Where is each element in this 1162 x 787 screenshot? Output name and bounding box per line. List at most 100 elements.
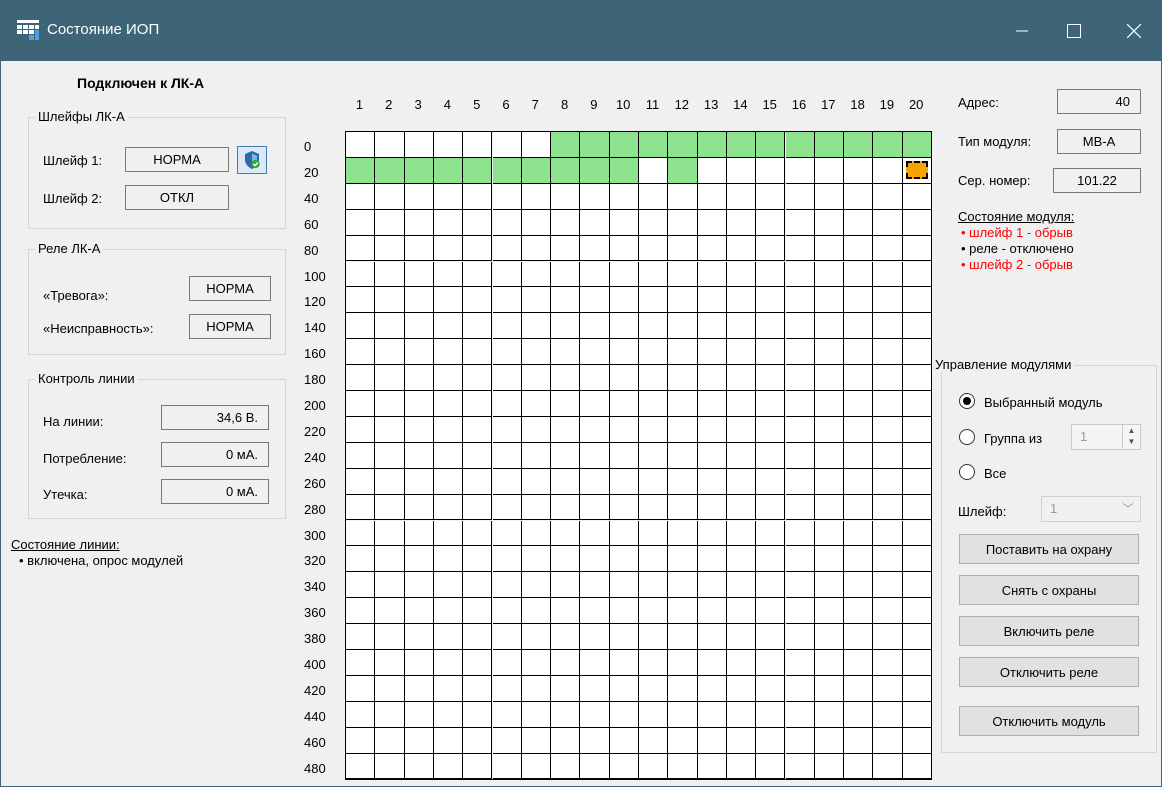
grid-cell[interactable] [639, 675, 669, 702]
grid-cell[interactable] [844, 157, 874, 184]
grid-cell[interactable] [463, 753, 493, 780]
grid-cell[interactable] [346, 235, 376, 262]
grid-cell[interactable] [668, 494, 698, 521]
grid-cell[interactable] [433, 157, 464, 184]
grid-cell[interactable] [492, 313, 522, 340]
grid-cell[interactable] [726, 339, 757, 366]
grid-cell[interactable] [404, 365, 434, 391]
grid-cell[interactable] [346, 727, 376, 754]
grid-cell[interactable] [785, 494, 815, 521]
grid-cell[interactable] [492, 701, 522, 728]
grid-cell[interactable] [873, 520, 903, 547]
grid-cell[interactable] [697, 313, 727, 340]
grid-cell[interactable] [580, 157, 610, 184]
grid-cell[interactable] [521, 416, 552, 443]
grid-cell[interactable] [639, 287, 669, 314]
grid-cell[interactable] [785, 235, 815, 262]
grid-cell[interactable] [785, 624, 815, 650]
grid-cell[interactable] [697, 546, 727, 573]
grid-cell[interactable] [609, 753, 639, 780]
grid-cell[interactable] [551, 468, 581, 495]
grid-cell[interactable] [668, 598, 698, 625]
grid-cell[interactable] [668, 572, 698, 599]
grid-cell[interactable] [785, 753, 815, 780]
grid-cell[interactable] [463, 520, 493, 547]
grid-cell[interactable] [726, 209, 757, 236]
grid-cell[interactable] [463, 546, 493, 573]
grid-cell[interactable] [756, 287, 786, 314]
grid-cell[interactable] [814, 650, 845, 676]
grid-cell[interactable] [404, 132, 434, 158]
grid-cell[interactable] [463, 494, 493, 521]
grid-cell[interactable] [873, 132, 903, 158]
grid-cell[interactable] [873, 624, 903, 650]
grid-cell[interactable] [404, 261, 434, 288]
grid-cell[interactable] [404, 468, 434, 495]
grid-cell[interactable] [873, 157, 903, 184]
grid-cell[interactable] [375, 675, 405, 702]
grid-cell[interactable] [639, 209, 669, 236]
grid-cell[interactable] [463, 209, 493, 236]
grid-cell[interactable] [521, 675, 552, 702]
grid-cell[interactable] [639, 339, 669, 366]
grid-cell[interactable] [580, 572, 610, 599]
grid-cell[interactable] [609, 235, 639, 262]
grid-cell[interactable] [726, 520, 757, 547]
grid-cell[interactable] [404, 624, 434, 650]
grid-cell[interactable] [814, 442, 845, 469]
grid-cell[interactable] [433, 546, 464, 573]
grid-cell[interactable] [580, 391, 610, 417]
grid-cell[interactable] [785, 520, 815, 547]
grid-cell-selected[interactable] [902, 157, 932, 184]
grid-cell[interactable] [346, 313, 376, 340]
grid-cell[interactable] [756, 183, 786, 210]
grid-cell[interactable] [726, 132, 757, 158]
grid-cell[interactable] [697, 650, 727, 676]
grid-cell[interactable] [756, 598, 786, 625]
grid-cell[interactable] [404, 416, 434, 443]
grid-cell[interactable] [814, 494, 845, 521]
grid-cell[interactable] [697, 261, 727, 288]
grid-cell[interactable] [404, 520, 434, 547]
grid-cell[interactable] [726, 235, 757, 262]
grid-cell[interactable] [521, 287, 552, 314]
grid-cell[interactable] [902, 235, 932, 262]
grid-cell[interactable] [375, 468, 405, 495]
grid-cell[interactable] [785, 442, 815, 469]
security-status-button[interactable] [237, 146, 267, 174]
grid-cell[interactable] [404, 701, 434, 728]
grid-cell[interactable] [346, 391, 376, 417]
grid-cell[interactable] [785, 598, 815, 625]
grid-cell[interactable] [814, 572, 845, 599]
grid-cell[interactable] [697, 339, 727, 366]
grid-cell[interactable] [404, 391, 434, 417]
grid-cell[interactable] [492, 391, 522, 417]
grid-cell[interactable] [697, 416, 727, 443]
grid-cell[interactable] [844, 701, 874, 728]
grid-cell[interactable] [463, 287, 493, 314]
grid-cell[interactable] [873, 727, 903, 754]
grid-cell[interactable] [609, 313, 639, 340]
grid-cell[interactable] [844, 572, 874, 599]
grid-cell[interactable] [756, 546, 786, 573]
grid-cell[interactable] [844, 261, 874, 288]
grid-cell[interactable] [521, 313, 552, 340]
grid-cell[interactable] [375, 701, 405, 728]
grid-cell[interactable] [463, 183, 493, 210]
grid-cell[interactable] [551, 442, 581, 469]
group-count-stepper[interactable]: 1 ▲ ▼ [1071, 424, 1141, 450]
grid-cell[interactable] [521, 339, 552, 366]
maximize-button[interactable] [1051, 1, 1097, 61]
grid-cell[interactable] [609, 183, 639, 210]
grid-cell[interactable] [697, 598, 727, 625]
grid-cell[interactable] [639, 442, 669, 469]
grid-cell[interactable] [433, 753, 464, 780]
grid-cell[interactable] [697, 572, 727, 599]
grid-cell[interactable] [844, 235, 874, 262]
grid-cell[interactable] [902, 287, 932, 314]
grid-cell[interactable] [639, 183, 669, 210]
grid-cell[interactable] [521, 235, 552, 262]
grid-cell[interactable] [346, 520, 376, 547]
grid-cell[interactable] [580, 365, 610, 391]
grid-cell[interactable] [580, 650, 610, 676]
